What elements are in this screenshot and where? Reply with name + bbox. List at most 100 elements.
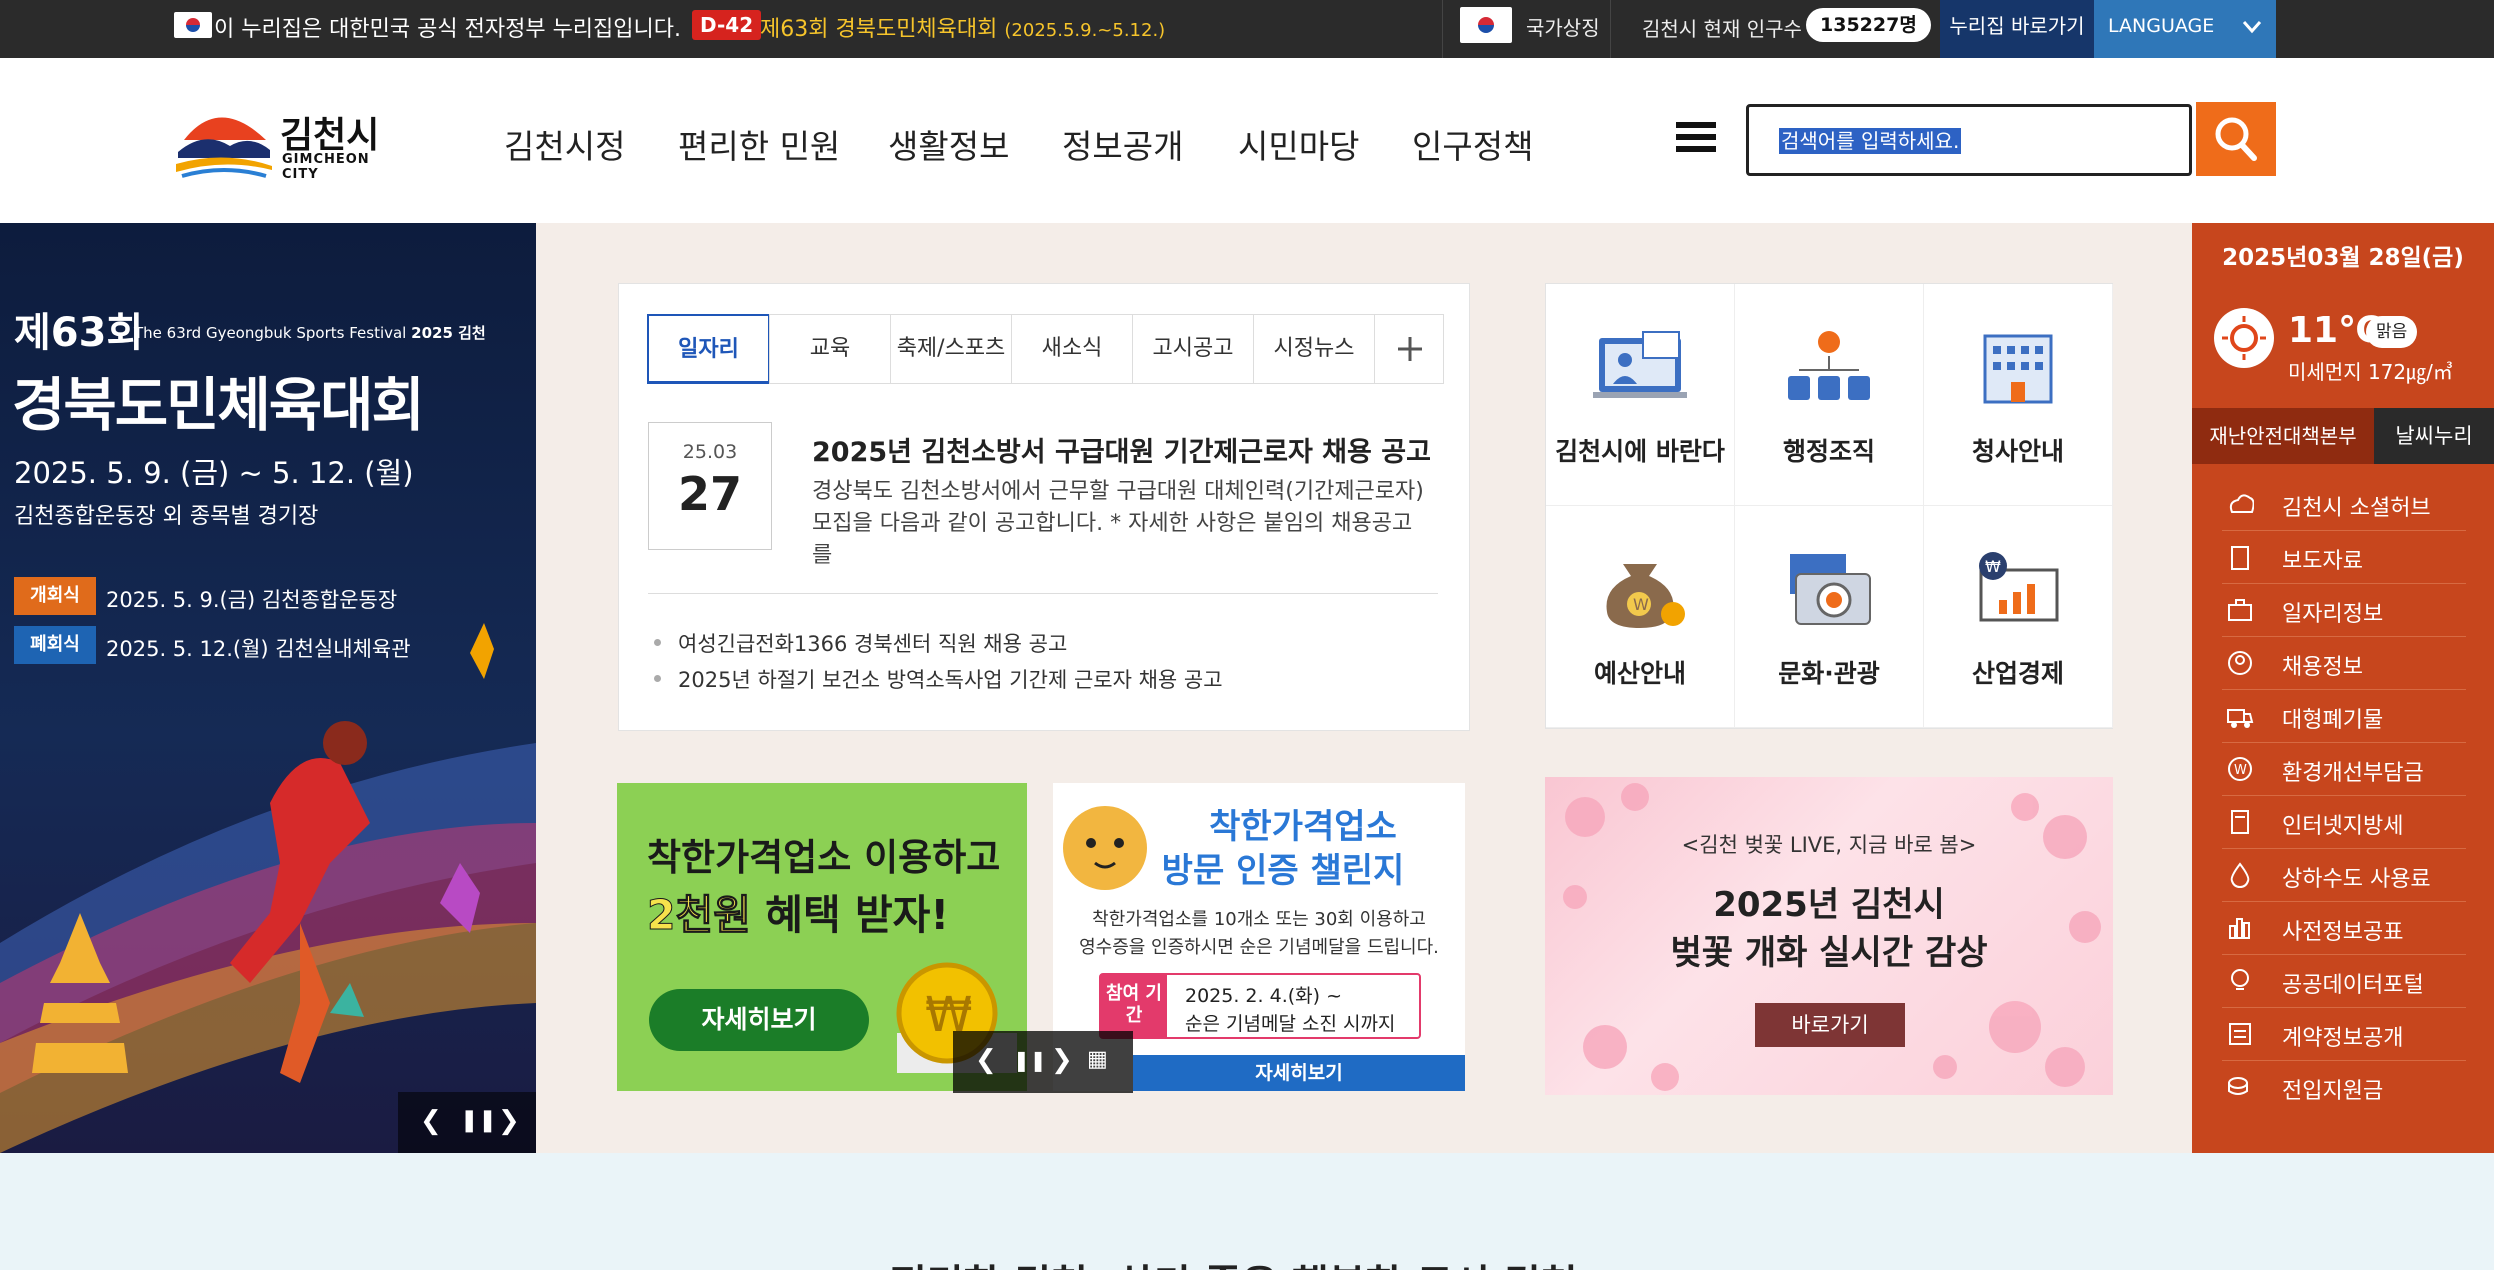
promo-slider-controls: ❮ ❚❚ ❯ ▦ xyxy=(953,1031,1133,1093)
nav-info-disclosure[interactable]: 정보공개 xyxy=(1062,120,1183,168)
grid-icon[interactable]: ▦ xyxy=(1087,1047,1108,1072)
truck-icon xyxy=(2227,709,2254,728)
next-icon[interactable]: ❯ xyxy=(1051,1045,1073,1075)
gov-notice[interactable]: 이 누리집은 대한민국 공식 전자정부 누리집입니다. xyxy=(214,11,681,43)
nav-civil-service[interactable]: 편리한 민원 xyxy=(678,120,840,168)
link-hiring-info[interactable]: 채용정보 xyxy=(2222,637,2466,690)
search-icon xyxy=(2215,117,2257,161)
link-prior-disclosure[interactable]: 사전정보공표 xyxy=(2222,902,2466,955)
nav-citizen-square[interactable]: 시민마당 xyxy=(1238,120,1359,168)
disaster-hq-tab[interactable]: 재난안전대책본부 xyxy=(2192,408,2374,464)
more-button[interactable] xyxy=(1374,314,1444,384)
site-shortcut-button[interactable]: 누리집 바로가기 xyxy=(1940,0,2094,58)
cherry-title1: 2025년 김천시 xyxy=(1713,885,1945,925)
featured-date: 25.03 27 xyxy=(648,422,772,550)
period-label: 참여 기간 xyxy=(1101,975,1167,1037)
pause-icon[interactable]: ❚❚ xyxy=(460,1108,497,1133)
document-icon xyxy=(2231,546,2249,570)
cherry-go-button[interactable]: 바로가기 xyxy=(1755,1003,1905,1047)
cherry-title2: 벚꽃 개화 실시간 감상 xyxy=(1670,933,1988,973)
list-item[interactable]: 여성긴급전화1366 경북센터 직원 채용 공고 xyxy=(653,628,1067,658)
population-label: 김천시 현재 인구수 xyxy=(1642,17,1802,41)
featured-title[interactable]: 2025년 김천소방서 구급대원 기간제근로자 채용 공고 xyxy=(812,430,1431,469)
link-water-fee[interactable]: 상하수도 사용료 xyxy=(2222,849,2466,902)
nav-gimcheon-admin[interactable]: 김천시정 xyxy=(504,120,625,168)
tab-festival-sports[interactable]: 축제/스포츠 xyxy=(890,314,1012,384)
tab-city-news[interactable]: 시정뉴스 xyxy=(1253,314,1375,384)
challenge-desc1: 착한가격업소를 10개소 또는 30회 이용하고 xyxy=(1092,909,1426,930)
quick-item-culture-tour[interactable]: 문화·관광 xyxy=(1735,506,1924,728)
link-move-in-grant[interactable]: 전입지원금 xyxy=(2222,1061,2466,1114)
logo-text-en: GIMCHEON CITY xyxy=(282,152,370,182)
challenge-title1: 착한가격업소 xyxy=(1209,807,1397,847)
nav-life-info[interactable]: 생활정보 xyxy=(888,120,1009,168)
menu-icon[interactable] xyxy=(1676,122,1716,158)
prev-icon[interactable]: ❮ xyxy=(420,1106,442,1136)
quick-label: 청사안내 xyxy=(1971,437,2064,466)
promo-detail-button[interactable]: 자세히보기 xyxy=(649,989,869,1051)
pause-icon[interactable]: ❚❚ xyxy=(1013,1048,1047,1072)
quick-item-organization[interactable]: 행정조직 xyxy=(1735,284,1924,506)
nav-population-policy[interactable]: 인구정책 xyxy=(1412,120,1533,168)
event-link[interactable]: 제63회 경북도민체육대회 (2025.5.9.~5.12.) xyxy=(760,11,1165,43)
lightbulb-icon xyxy=(2231,969,2249,990)
link-social-hub[interactable]: 김천시 소셜허브 xyxy=(2222,478,2466,531)
banner-venue: 김천종합운동장 외 종목별 경기장 xyxy=(14,504,319,529)
search-box[interactable]: 검색어를 입력하세요. xyxy=(1746,104,2192,176)
language-label: LANGUAGE xyxy=(2108,15,2215,37)
tab-education[interactable]: 교육 xyxy=(769,314,891,384)
weather-condition: 맑음 xyxy=(2366,316,2418,348)
link-bulky-waste[interactable]: 대형폐기물 xyxy=(2222,690,2466,743)
quick-item-petition[interactable]: 김천시에 바란다 xyxy=(1546,284,1735,506)
banner-date: 2025. 5. 9. (금) ~ 5. 12. (월) xyxy=(14,456,414,490)
language-select[interactable]: LANGUAGE xyxy=(2094,0,2276,58)
weather-nuri-tab[interactable]: 날씨누리 xyxy=(2374,408,2494,464)
quick-label: 산업경제 xyxy=(1971,659,2064,688)
quick-item-industry[interactable]: ₩ 산업경제 xyxy=(1924,506,2113,728)
event-date: (2025.5.9.~5.12.) xyxy=(1004,20,1166,41)
list-icon xyxy=(2229,1023,2251,1045)
money-bag-icon: W xyxy=(1606,564,1685,628)
period-note: 순은 기념메달 소진 시까지 xyxy=(1185,1013,1396,1035)
tab-notices[interactable]: 고시공고 xyxy=(1132,314,1254,384)
site-logo[interactable]: 김천시 GIMCHEON CITY xyxy=(174,100,394,182)
opening-info: 2025. 5. 9.(금) 김천종합운동장 xyxy=(106,588,398,612)
link-local-tax[interactable]: 인터넷지방세 xyxy=(2222,796,2466,849)
quick-item-budget[interactable]: W 예산안내 xyxy=(1546,506,1735,728)
coins-icon xyxy=(2228,1077,2248,1095)
building-icon xyxy=(1983,334,2053,404)
national-symbol-label: 국가상징 xyxy=(1526,16,1600,40)
camera-icon xyxy=(1790,554,1871,625)
quick-item-building[interactable]: 청사안내 xyxy=(1924,284,2113,506)
next-icon[interactable]: ❯ xyxy=(498,1106,520,1136)
svg-text:W: W xyxy=(2234,763,2247,778)
quick-label: 행정조직 xyxy=(1782,437,1875,466)
closing-tag: 폐회식 xyxy=(14,626,96,664)
banner-title: 경북도민체육대회 xyxy=(12,371,425,439)
link-env-charge[interactable]: W 환경개선부담금 xyxy=(2222,743,2466,796)
search-placeholder-text: 검색어를 입력하세요. xyxy=(1779,128,1962,154)
sun-icon xyxy=(2214,308,2274,368)
banner-slider-controls: ❮ ❚❚ ❯ xyxy=(398,1092,540,1154)
today-date: 2025년03월 28일(금) xyxy=(2222,245,2464,271)
search-button[interactable] xyxy=(2196,102,2276,176)
link-contract-info[interactable]: 계약정보공개 xyxy=(2222,1008,2466,1061)
plus-icon xyxy=(1398,337,1422,361)
tab-news[interactable]: 새소식 xyxy=(1011,314,1133,384)
link-open-data[interactable]: 공공데이터포털 xyxy=(2222,955,2466,1008)
svg-text:W: W xyxy=(1633,595,1649,614)
link-job-info[interactable]: 일자리정보 xyxy=(2222,584,2466,637)
prev-icon[interactable]: ❮ xyxy=(975,1045,997,1075)
challenge-period-box: 참여 기간 2025. 2. 4.(화) ~ 순은 기념메달 소진 시까지 xyxy=(1099,973,1421,1039)
national-symbol-link[interactable]: 국가상징 xyxy=(1442,0,1610,58)
challenge-desc2: 영수증을 인증하시면 순은 기념메달을 드립니다. xyxy=(1079,937,1439,958)
cloud-icon xyxy=(2229,494,2254,513)
tab-jobs[interactable]: 일자리 xyxy=(647,314,770,384)
challenge-detail-button[interactable]: 자세히보기 xyxy=(1133,1055,1465,1091)
period-date: 2025. 2. 4.(화) ~ xyxy=(1185,985,1342,1007)
cherry-blossom-banner[interactable]: <김천 벚꽃 LIVE, 지금 바로 봄> 2025년 김천시 벚꽃 개화 실시… xyxy=(1545,777,2113,1095)
water-drop-icon xyxy=(2230,862,2250,889)
link-press[interactable]: 보도자료 xyxy=(2222,531,2466,584)
closing-info: 2025. 5. 12.(월) 김천실내체육관 xyxy=(106,637,411,661)
list-item[interactable]: 2025년 하절기 보건소 방역소독사업 기간제 근로자 채용 공고 xyxy=(654,664,1223,694)
